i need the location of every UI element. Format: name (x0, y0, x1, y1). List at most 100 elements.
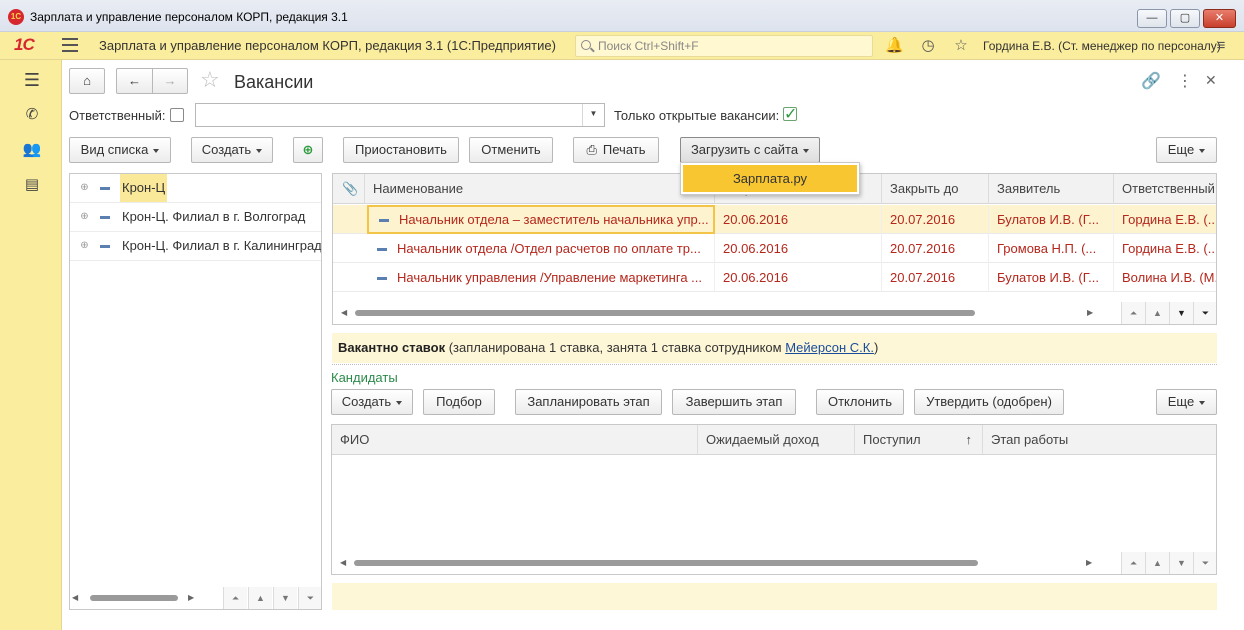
tree-item[interactable]: ⊕ Крон-Ц. Филиал в г. Калининград (70, 232, 321, 261)
column-header[interactable]: Этап работы (983, 425, 1216, 455)
vacancy-info: Вакантно ставок (запланирована 1 ставка,… (332, 333, 1217, 363)
candidates-create-button[interactable]: Создать (331, 389, 413, 415)
home-icon: ⌂ (83, 73, 91, 88)
more-button[interactable]: Еще (1156, 137, 1217, 163)
back-button[interactable]: ← (116, 68, 152, 94)
table-row[interactable]: Начальник управления /Управление маркети… (333, 263, 1216, 292)
printer-icon: ⎙ (586, 142, 597, 157)
employee-link[interactable]: Мейерсон С.К. (785, 340, 874, 355)
app-logo-icon: 1C (8, 9, 24, 25)
down-icon[interactable]: ▼ (1169, 302, 1193, 324)
column-header[interactable]: Ожидаемый доход (698, 425, 855, 455)
candidate-info (332, 583, 1217, 610)
table-row[interactable]: Начальник отдела – заместитель начальник… (333, 205, 1216, 234)
expand-icon[interactable]: ⊕ (80, 241, 89, 251)
attachment-icon[interactable]: 📎 (333, 174, 365, 204)
suspend-button[interactable]: Приостановить (343, 137, 459, 163)
last-icon[interactable]: ⏷ (298, 587, 321, 609)
down-icon[interactable]: ▼ (1169, 552, 1193, 574)
notifications-bell-icon[interactable]: 🔔 (885, 37, 904, 55)
home-button[interactable]: ⌂ (69, 68, 105, 94)
1c-logo: 1С (14, 35, 35, 54)
close-window-button[interactable]: ✕ (1203, 9, 1236, 28)
candidates-more-button[interactable]: Еще (1156, 389, 1217, 415)
window-titlebar: 1C Зарплата и управление персоналом КОРП… (0, 0, 1244, 32)
column-header[interactable]: ФИО (332, 425, 698, 455)
link-icon[interactable]: 🔗 (1141, 71, 1161, 91)
global-search-input[interactable]: Поиск Ctrl+Shift+F (575, 35, 873, 57)
responsible-checkbox[interactable] (170, 108, 184, 122)
view-list-button[interactable]: Вид списка (69, 137, 171, 163)
finish-stage-button[interactable]: Завершить этап (672, 389, 796, 415)
expand-icon[interactable]: ⊕ (80, 212, 89, 222)
cancel-vacancy-button[interactable]: Отменить (469, 137, 553, 163)
minimize-button[interactable]: — (1137, 9, 1167, 28)
column-header[interactable]: Ответственный (1114, 174, 1216, 204)
arrow-left-icon: ← (128, 73, 141, 88)
down-icon[interactable]: ▼ (273, 587, 297, 609)
app-title: Зарплата и управление персоналом КОРП, р… (99, 38, 556, 53)
candidates-nav-buttons: ⏶ ▲ ▼ ⏷ (1121, 552, 1216, 574)
up-icon[interactable]: ▲ (1145, 552, 1169, 574)
first-icon[interactable]: ⏶ (1121, 302, 1145, 324)
candidates-scrollbar[interactable]: ◀ ▶ (338, 557, 1098, 569)
vacancies-scrollbar[interactable]: ◀ ▶ (339, 307, 1099, 319)
vacancies-nav-buttons: ⏶ ▲ ▼ ⏷ (1121, 302, 1216, 324)
window-title: Зарплата и управление персоналом КОРП, р… (30, 10, 348, 24)
load-from-site-button[interactable]: Загрузить с сайта (680, 137, 820, 163)
users-icon[interactable]: 👥 (22, 140, 42, 160)
column-header[interactable]: Поступил ↑ (855, 425, 983, 455)
vacancies-table: 📎 Наименование Открыть с Закрыть до Заяв… (332, 173, 1217, 325)
app-header: 1С Зарплата и управление персоналом КОРП… (0, 32, 1244, 60)
add-document-icon: ⊕ (302, 142, 314, 157)
tree-scrollbar[interactable]: ◀ ▶ (70, 592, 200, 604)
select-candidates-button[interactable]: Подбор (423, 389, 495, 415)
favorite-star-icon[interactable]: ☆ (200, 67, 220, 93)
close-form-icon[interactable]: ✕ (1205, 72, 1217, 89)
maximize-button[interactable]: ▢ (1170, 9, 1200, 28)
settings-menu-icon[interactable]: ≡ (1212, 37, 1230, 55)
dropdown-arrow-icon[interactable]: ▼ (582, 104, 604, 126)
reject-button[interactable]: Отклонить (816, 389, 904, 415)
up-icon[interactable]: ▲ (1145, 302, 1169, 324)
favorites-star-icon[interactable]: ☆ (952, 37, 970, 55)
column-header[interactable]: Закрыть до (882, 174, 989, 204)
first-icon[interactable]: ⏶ (1121, 552, 1145, 574)
expand-icon[interactable]: ⊕ (80, 183, 89, 193)
first-icon[interactable]: ⏶ (223, 587, 247, 609)
tree-item[interactable]: ⊕ Крон-Ц (70, 174, 321, 203)
candidates-table: ФИО Ожидаемый доход Поступил ↑ Этап рабо… (331, 424, 1217, 575)
tree-nav-buttons: ⏶ ▲ ▼ ⏷ (223, 587, 321, 609)
responsible-field[interactable]: ▼ (195, 103, 605, 127)
add-document-button[interactable]: ⊕ (293, 137, 323, 163)
search-icon (581, 40, 591, 50)
create-button[interactable]: Создать (191, 137, 273, 163)
last-icon[interactable]: ⏷ (1193, 302, 1216, 324)
table-row[interactable]: Начальник отдела /Отдел расчетов по опла… (333, 234, 1216, 263)
print-button[interactable]: ⎙ Печать (573, 137, 659, 163)
plan-stage-button[interactable]: Запланировать этап (515, 389, 662, 415)
load-from-site-menu: Зарплата.ру (680, 162, 860, 195)
tree-item[interactable]: ⊕ Крон-Ц. Филиал в г. Волгоград (70, 203, 321, 232)
up-icon[interactable]: ▲ (248, 587, 272, 609)
approve-button[interactable]: Утвердить (одобрен) (914, 389, 1064, 415)
section-panel: ☰ ✆ 👥 ▤ (0, 60, 62, 630)
last-icon[interactable]: ⏷ (1193, 552, 1216, 574)
only-open-checkbox[interactable]: ✓ (783, 107, 797, 123)
candidates-label: Кандидаты (331, 370, 398, 385)
organization-tree: ⊕ Крон-Ц ⊕ Крон-Ц. Филиал в г. Волгоград… (69, 173, 322, 610)
responsible-label: Ответственный: (69, 108, 166, 123)
sort-ascending-icon: ↑ (965, 432, 973, 447)
forward-button[interactable]: → (152, 68, 188, 94)
arrow-right-icon: → (163, 73, 177, 88)
menu-list-icon[interactable]: ☰ (22, 70, 42, 90)
phone-icon[interactable]: ✆ (22, 105, 42, 125)
id-card-icon[interactable]: ▤ (22, 175, 42, 195)
column-header[interactable]: Заявитель (989, 174, 1114, 204)
more-vertical-icon[interactable]: ⋮ (1177, 71, 1193, 91)
menu-item-zarplata-ru[interactable]: Зарплата.ру (683, 165, 857, 192)
history-icon[interactable]: ◷ (919, 37, 937, 55)
column-header[interactable]: Наименование (365, 174, 715, 204)
current-user[interactable]: Гордина Е.В. (Ст. менеджер по персоналу) (983, 39, 1221, 53)
main-menu-icon[interactable] (62, 38, 78, 52)
